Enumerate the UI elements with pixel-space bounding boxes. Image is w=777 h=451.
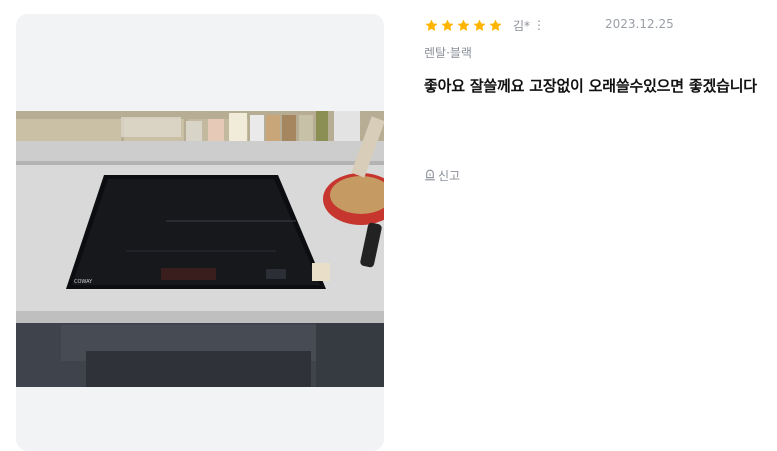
cooktop-brand-label: COWAY bbox=[74, 279, 93, 285]
review-author: 김* bbox=[513, 18, 531, 33]
review-item: 김* ⋮ 2023.12.25 렌탈·블랙 좋아요 잘쓸께요 고장없이 오래쓸수… bbox=[424, 14, 774, 183]
review-meta: 김* ⋮ 2023.12.25 bbox=[424, 14, 774, 36]
product-option: 렌탈·블랙 bbox=[424, 46, 472, 60]
more-options-icon[interactable]: ⋮ bbox=[533, 18, 545, 32]
report-label: 신고 bbox=[438, 169, 461, 183]
star-icon bbox=[441, 19, 454, 31]
review-text: 좋아요 잘쓸께요 고장없이 오래쓸수있으면 좋겠습니다 bbox=[424, 77, 757, 95]
review-date: 2023.12.25 bbox=[605, 17, 674, 31]
star-icon bbox=[425, 19, 438, 31]
star-rating bbox=[424, 18, 503, 33]
report-icon bbox=[425, 169, 435, 181]
review-photo-card[interactable]: COWAY bbox=[16, 14, 384, 451]
report-button[interactable]: 신고 bbox=[424, 167, 460, 184]
review-photo[interactable]: COWAY bbox=[16, 111, 384, 387]
star-icon bbox=[489, 19, 502, 31]
star-icon bbox=[457, 19, 470, 31]
star-icon bbox=[473, 19, 486, 31]
